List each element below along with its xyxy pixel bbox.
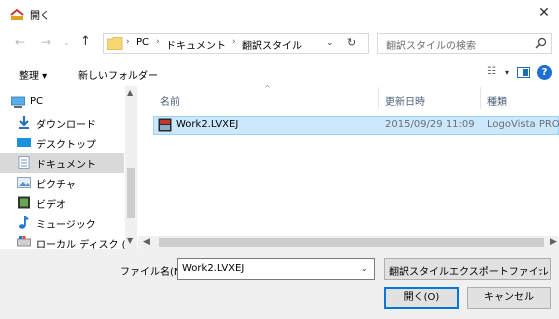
title-bar: [0, 0, 559, 28]
column-header-date[interactable]: 更新日時: [385, 93, 425, 108]
new-folder-button[interactable]: 新しいフォルダー: [78, 67, 158, 82]
up-button[interactable]: ↑: [80, 34, 91, 49]
organize-button[interactable]: 整理 ▾: [19, 67, 47, 82]
desktop-icon: [17, 136, 31, 149]
column-divider[interactable]: [378, 87, 379, 109]
search-icon[interactable]: [534, 36, 548, 50]
breadcrumb-separator: ›: [156, 37, 160, 47]
sidebar-item-pictures[interactable]: ピクチャ: [0, 173, 124, 193]
horizontal-scrollbar-thumb[interactable]: [159, 238, 544, 247]
app-icon: [9, 6, 25, 22]
sidebar-item-label: ドキュメント: [36, 160, 96, 171]
pictures-icon: [17, 176, 31, 189]
scroll-right-icon[interactable]: ▶: [550, 237, 557, 247]
music-icon: [17, 216, 31, 229]
view-options-icon[interactable]: ☷: [487, 66, 496, 77]
refresh-icon[interactable]: ↻: [347, 36, 356, 49]
forward-button[interactable]: →: [41, 35, 51, 49]
filetype-select[interactable]: 翻訳スタイルエクスポートファイル (*.L ⌄: [384, 258, 551, 280]
help-icon[interactable]: ?: [537, 65, 552, 80]
sidebar-item-local-disk[interactable]: ローカル ディスク (C: [0, 233, 133, 249]
open-button[interactable]: 開く(O): [384, 287, 459, 309]
breadcrumb-separator: ›: [126, 37, 130, 47]
search-placeholder: 翻訳スタイルの検索: [386, 41, 476, 52]
filetype-dropdown-icon[interactable]: ⌄: [537, 264, 544, 273]
preview-pane-icon[interactable]: [517, 67, 530, 78]
disk-icon: [17, 236, 31, 249]
filename-field[interactable]: Work2.LVXEJ ⌄: [177, 258, 375, 280]
sidebar-item-label: ビデオ: [36, 200, 66, 211]
breadcrumb-translation-style[interactable]: 翻訳スタイル: [242, 37, 302, 52]
download-icon: [17, 116, 31, 129]
file-type: LogoVista PRO: [487, 119, 559, 130]
breadcrumb-separator: ›: [232, 37, 236, 47]
filename-dropdown-icon[interactable]: ⌄: [361, 264, 368, 273]
file-name: Work2.LVXEJ: [176, 119, 239, 130]
breadcrumb-documents[interactable]: ドキュメント: [166, 37, 226, 52]
address-dropdown-icon[interactable]: ⌄: [326, 38, 334, 48]
column-divider[interactable]: [480, 87, 481, 109]
back-button[interactable]: ←: [15, 35, 25, 49]
search-input[interactable]: 翻訳スタイルの検索: [377, 33, 552, 54]
pc-icon: [11, 96, 25, 109]
sidebar-item-desktop[interactable]: デスクトップ: [0, 133, 124, 153]
close-button[interactable]: ✕: [531, 2, 557, 24]
scroll-down-icon[interactable]: ▼: [127, 236, 133, 245]
filename-value: Work2.LVXEJ: [182, 263, 245, 274]
sidebar-item-label: ダウンロード: [36, 120, 96, 131]
sidebar-item-pc[interactable]: PC: [0, 93, 124, 113]
column-header-type[interactable]: 種類: [487, 93, 507, 108]
sidebar-item-label: PC: [30, 96, 44, 107]
sort-ascending-icon: ^: [264, 84, 271, 93]
scroll-left-icon[interactable]: ◀: [143, 237, 150, 247]
sidebar-item-label: ミュージック: [36, 220, 96, 231]
documents-icon: [17, 156, 31, 169]
sidebar-item-videos[interactable]: ビデオ: [0, 193, 124, 213]
breadcrumb-pc[interactable]: PC: [136, 37, 149, 48]
sidebar-item-label: ピクチャ: [36, 180, 76, 191]
column-header-name[interactable]: 名前: [160, 93, 180, 108]
file-date: 2015/09/29 11:09: [385, 119, 475, 130]
sidebar-item-label: ローカル ディスク (C: [36, 240, 133, 249]
sidebar-item-label: デスクトップ: [36, 140, 96, 151]
scroll-up-icon[interactable]: ▲: [127, 88, 133, 97]
videos-icon: [17, 196, 31, 209]
vertical-scrollbar-thumb[interactable]: [127, 168, 135, 218]
recent-locations-button[interactable]: ⌄: [63, 38, 70, 47]
sidebar-item-downloads[interactable]: ダウンロード: [0, 113, 124, 133]
filetype-value: 翻訳スタイルエクスポートファイル (*.L: [389, 267, 550, 278]
sidebar-item-documents[interactable]: ドキュメント: [0, 153, 124, 173]
lvxej-file-icon: [158, 118, 172, 132]
navigation-pane: PC ダウンロード デスクトップ ドキュメント ピクチャ ビデオ ミュージック …: [0, 86, 137, 249]
sidebar-item-music[interactable]: ミュージック: [0, 213, 124, 233]
folder-icon: [106, 37, 123, 50]
cancel-button[interactable]: キャンセル: [467, 287, 551, 309]
view-dropdown-icon[interactable]: ▾: [505, 68, 509, 77]
window-title: 開く: [30, 11, 50, 22]
